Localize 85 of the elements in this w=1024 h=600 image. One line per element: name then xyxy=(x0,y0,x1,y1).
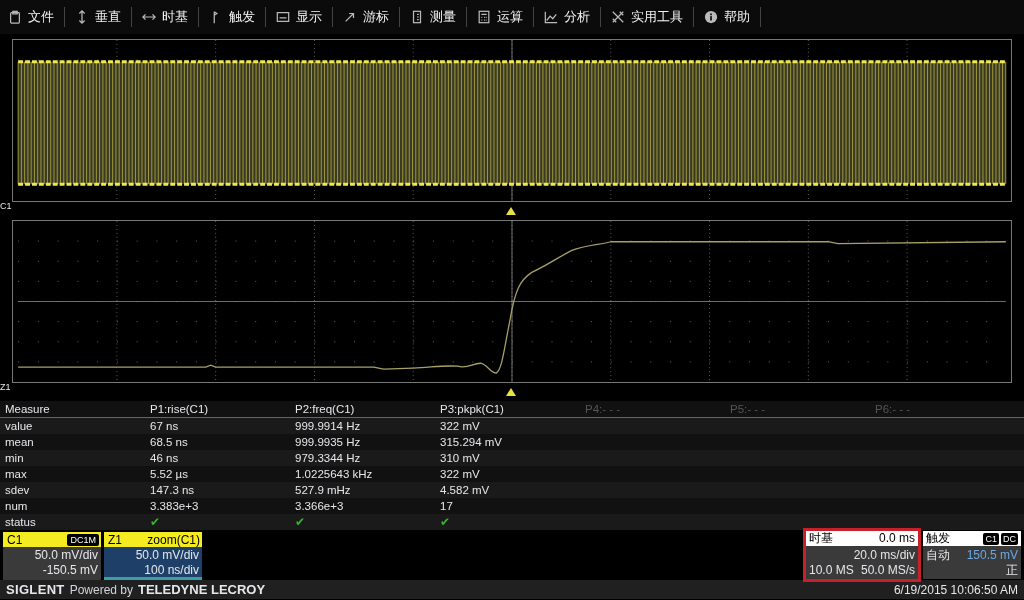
menu-item[interactable]: 运算 xyxy=(473,4,527,30)
channel-info-panel[interactable]: C1 DC1M 50.0 mV/div -150.5 mV xyxy=(3,532,101,580)
trigger-panel[interactable]: 触发 C1 DC 自动 150.5 mV 正 xyxy=(923,531,1021,579)
timebase-scale: 20.0 ms/div xyxy=(852,548,916,563)
trigger-mode: 自动 xyxy=(926,548,950,563)
display-icon xyxy=(276,10,290,24)
clipboard-icon xyxy=(8,10,22,24)
partner-logo: TELEDYNE LECROY xyxy=(138,580,266,599)
row-label: max xyxy=(5,467,28,482)
coupling-badge: DC xyxy=(1001,532,1018,545)
powered-by-label: Powered by xyxy=(69,581,133,599)
table-cell-text: 999.9914 Hz xyxy=(295,419,362,434)
sample-rate: 50.0 MS/s xyxy=(860,563,915,578)
menu-item[interactable]: 分析 xyxy=(540,4,594,30)
coupling-badge: DC1M xyxy=(67,533,99,546)
table-cell-text: 5.52 µs xyxy=(150,467,189,482)
tools-icon xyxy=(611,10,625,24)
table-cell-text: 310 mV xyxy=(440,451,481,466)
menu-item[interactable]: 触发 xyxy=(205,4,259,30)
table-cell-text: 322 mV xyxy=(440,419,481,434)
row-label: min xyxy=(5,451,25,466)
row-label: mean xyxy=(5,435,35,450)
channel-marker: C1 xyxy=(0,202,12,211)
table-cell-text: 527.9 mHz xyxy=(295,483,352,498)
channel-name: Z1 xyxy=(108,531,122,549)
table-cell-text: 1.0225643 kHz xyxy=(295,467,374,482)
column-header: P3:pkpk(C1) xyxy=(440,402,505,417)
status-check-icon: ✔ xyxy=(440,514,585,530)
status-check-icon: ✔ xyxy=(150,514,295,530)
offset-value: -150.5 mV xyxy=(41,563,99,578)
status-check-icon: ✔ xyxy=(295,514,440,530)
memory-depth: 10.0 MS xyxy=(809,563,854,578)
scale-value: 50.0 mV/div xyxy=(33,548,99,563)
table-cell-text: 17 xyxy=(440,499,454,514)
table-cell-text: 322 mV xyxy=(440,467,481,482)
menu-item[interactable]: 文件 xyxy=(4,4,58,30)
row-label: status xyxy=(5,515,37,530)
trigger-level: 150.5 mV xyxy=(966,548,1018,563)
menu-item[interactable]: 时基 xyxy=(138,4,192,30)
panel-title: 时基 xyxy=(809,531,833,546)
menu-item[interactable]: 测量 xyxy=(406,4,460,30)
menu-item[interactable]: 实用工具 xyxy=(607,4,687,30)
delay-value: 0.0 ms xyxy=(879,531,915,546)
table-cell-text: 3.366e+3 xyxy=(295,499,345,514)
date-time: 6/19/2015 10:06:50 AM xyxy=(893,581,1018,599)
menu-item[interactable]: 垂直 xyxy=(71,4,125,30)
trigger-marker-icon xyxy=(506,207,516,215)
column-header: P5:- - - xyxy=(730,402,767,417)
table-cell-text: 315.294 mV xyxy=(440,435,503,450)
row-label: sdev xyxy=(5,483,31,498)
panel-title: 触发 xyxy=(926,531,950,546)
table-cell-text: 4.582 mV xyxy=(440,483,491,498)
channel-info-panel[interactable]: Z1 zoom(C1) 50.0 mV/div 100 ns/div xyxy=(104,532,202,580)
column-header: P1:rise(C1) xyxy=(150,402,210,417)
menu-item[interactable]: 帮助 xyxy=(700,4,754,30)
pointer-arrow-icon xyxy=(343,10,357,24)
column-header: P4:- - - xyxy=(585,402,622,417)
column-header: P2:freq(C1) xyxy=(295,402,356,417)
offset-value: 100 ns/div xyxy=(143,563,200,578)
row-label: value xyxy=(5,419,34,434)
column-header: P6:- - - xyxy=(875,402,912,417)
row-label: num xyxy=(5,499,29,514)
channel-name: C1 xyxy=(7,531,23,549)
table-cell-text: 68.5 ns xyxy=(150,435,189,450)
scale-value: 50.0 mV/div xyxy=(134,548,200,563)
source-label: zoom(C1) xyxy=(147,531,200,549)
line-chart-icon xyxy=(544,10,558,24)
table-header: Measure xyxy=(5,402,51,417)
channel-marker: Z1 xyxy=(0,383,11,392)
table-cell-text: 147.3 ns xyxy=(150,483,196,498)
table-cell-text: 3.383e+3 xyxy=(150,499,200,514)
menu-item[interactable]: 显示 xyxy=(272,4,326,30)
source-badge: C1 xyxy=(983,532,999,545)
brand-logo: SIGLENT xyxy=(6,580,65,599)
table-cell-text: 46 ns xyxy=(150,451,180,466)
trigger-slope: 正 xyxy=(1005,563,1019,578)
timebase-panel[interactable]: 时基 0.0 ms 20.0 ms/div 10.0 MS 50.0 MS/s xyxy=(806,531,918,579)
table-cell-text: 979.3344 Hz xyxy=(295,451,362,466)
menu-item[interactable]: 游标 xyxy=(339,4,393,30)
info-icon xyxy=(704,10,718,24)
table-cell-text: 999.9935 Hz xyxy=(295,435,362,450)
trigger-marker-icon xyxy=(506,388,516,396)
table-cell-text: 67 ns xyxy=(150,419,180,434)
ruler-icon xyxy=(410,10,424,24)
calculator-icon xyxy=(477,10,491,24)
